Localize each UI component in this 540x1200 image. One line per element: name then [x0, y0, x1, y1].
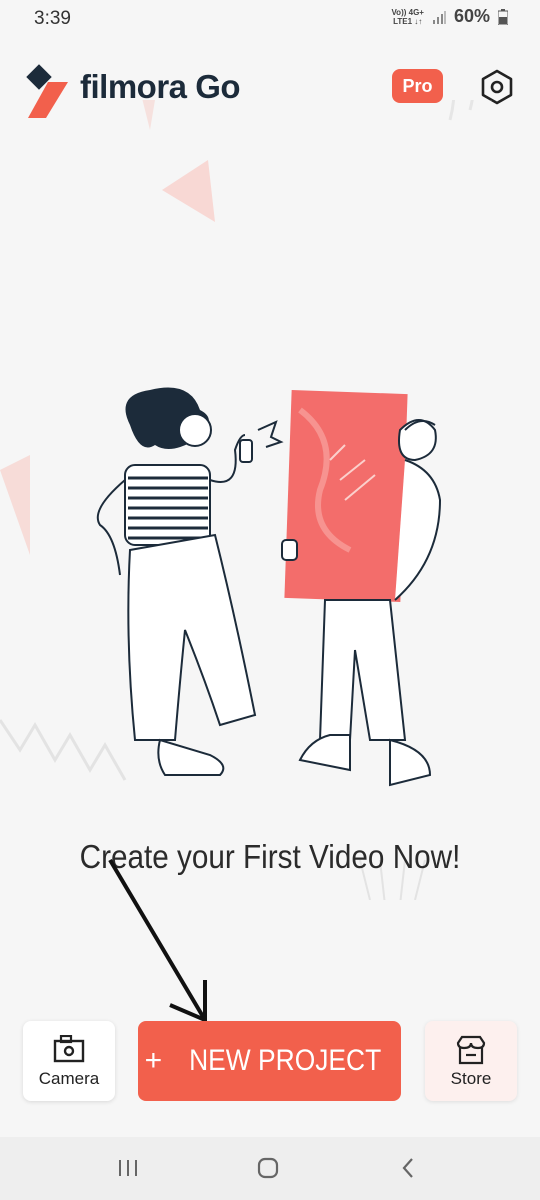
pro-button[interactable]: Pro [392, 69, 443, 103]
annotation-arrow [108, 858, 207, 1024]
onboarding-illustration [0, 100, 492, 900]
battery-icon [498, 8, 508, 25]
status-indicators: Vo)) 4G+ LTE1 ↓↑ 60% [391, 6, 508, 27]
signal-icon [432, 10, 446, 24]
camera-icon [53, 1035, 85, 1063]
new-project-button[interactable]: + NEW PROJECT [138, 1021, 401, 1101]
new-project-label: NEW PROJECT [189, 1044, 382, 1077]
status-time: 3:39 [34, 8, 71, 29]
network-line-1: Vo)) 4G+ [391, 7, 424, 17]
status-bar: 3:39 Vo)) 4G+ LTE1 ↓↑ 60% [0, 0, 540, 36]
store-icon [456, 1035, 486, 1065]
network-indicator: Vo)) 4G+ LTE1 ↓↑ [391, 8, 424, 26]
recent-apps-icon[interactable] [116, 1151, 140, 1185]
network-line-2: LTE1 ↓↑ [393, 16, 423, 26]
back-icon[interactable] [396, 1151, 420, 1185]
home-icon[interactable] [253, 1151, 283, 1185]
store-button[interactable]: Store [425, 1021, 517, 1101]
camera-button[interactable]: Camera [23, 1021, 115, 1101]
system-navigation-bar [0, 1137, 540, 1200]
battery-percentage: 60% [453, 6, 490, 26]
plus-icon: + [144, 1044, 163, 1077]
camera-label: Camera [38, 1069, 100, 1088]
store-label: Store [450, 1069, 492, 1088]
